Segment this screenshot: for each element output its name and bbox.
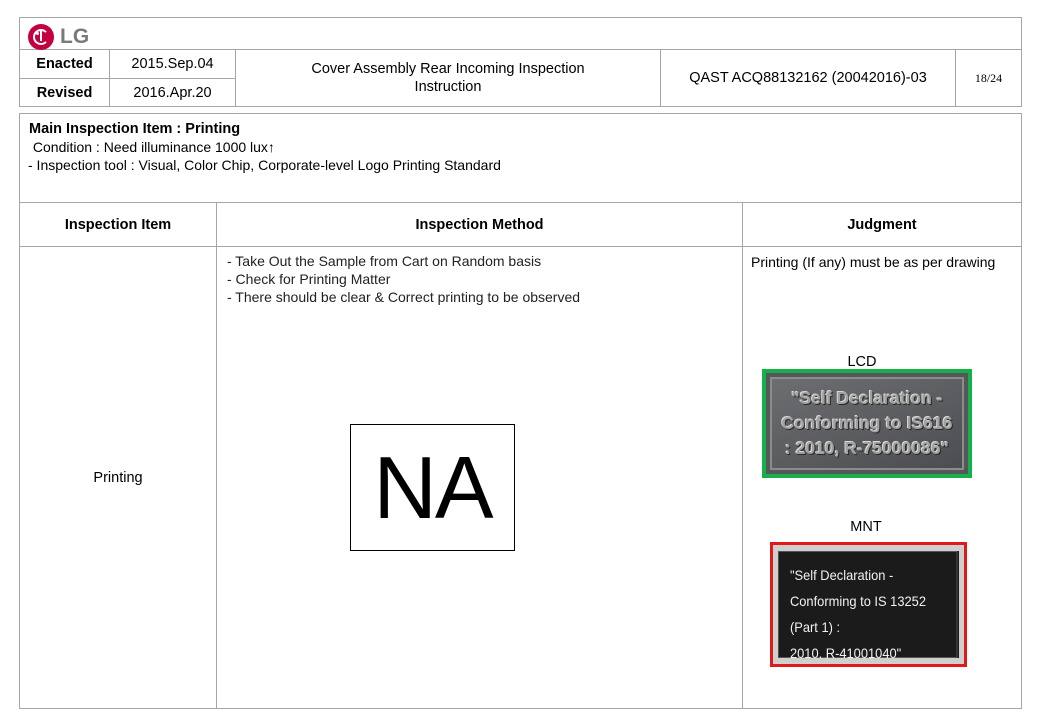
mnt-plate-line: "Self Declaration - [789, 567, 894, 583]
lcd-plate-line: Conforming to IS616 [781, 413, 953, 433]
header-inspection-item: Inspection Item [64, 216, 172, 233]
enacted-date: 2015.Sep.04 [131, 56, 214, 72]
header-inspection-method: Inspection Method [415, 216, 544, 233]
na-placeholder: NA [350, 424, 515, 551]
logo-text: LG [60, 25, 90, 48]
inspection-info: Main Inspection Item : Printing Conditio… [28, 120, 501, 174]
mnt-plate-text: "Self Declaration - Conforming to IS 132… [778, 551, 958, 658]
mnt-label: MNT [850, 519, 882, 535]
enacted-label: Enacted [36, 56, 93, 72]
lcd-plate-text: "Self Declaration - Conforming to IS616 … [770, 377, 964, 470]
document-title-line1: Cover Assembly Rear Incoming Inspection [311, 61, 585, 77]
document-title: Cover Assembly Rear Incoming Inspection … [236, 50, 660, 106]
main-inspection-item: Main Inspection Item : Printing [29, 121, 241, 137]
condition-text: Condition : Need illuminance 1000 lux↑ [29, 139, 275, 155]
header-judgment: Judgment [847, 216, 917, 233]
lcd-plate-line: "Self Declaration - [791, 388, 943, 408]
mnt-plate-line: 2010, R-41001040" [789, 645, 902, 658]
lcd-label-plate-image: "Self Declaration - Conforming to IS616 … [762, 369, 972, 478]
lg-logo: LG [28, 24, 89, 50]
inspection-item-printing: Printing [93, 469, 143, 486]
document-title-line2: Instruction [414, 79, 482, 95]
mnt-label-plate-image: "Self Declaration - Conforming to IS 132… [770, 542, 967, 667]
lcd-plate-line: : 2010, R-75000086" [785, 438, 949, 458]
inspection-method-list: - Take Out the Sample from Cart on Rando… [227, 252, 580, 306]
judgment-text: Printing (If any) must be as per drawing [751, 254, 996, 270]
revised-date: 2016.Apr.20 [133, 84, 212, 101]
method-line: - Take Out the Sample from Cart on Rando… [227, 253, 542, 269]
method-line: - There should be clear & Correct printi… [227, 289, 581, 305]
method-line: - Check for Printing Matter [227, 271, 391, 287]
mnt-plate-line: Conforming to IS 13252 (Part 1) : [789, 593, 927, 635]
document-code: QAST ACQ88132162 (20042016)-03 [689, 70, 927, 86]
revised-label: Revised [36, 84, 93, 101]
page-number: 18/24 [974, 70, 1003, 85]
inspection-tool-text: - Inspection tool : Visual, Color Chip, … [28, 157, 501, 173]
lg-logo-icon [28, 24, 54, 50]
